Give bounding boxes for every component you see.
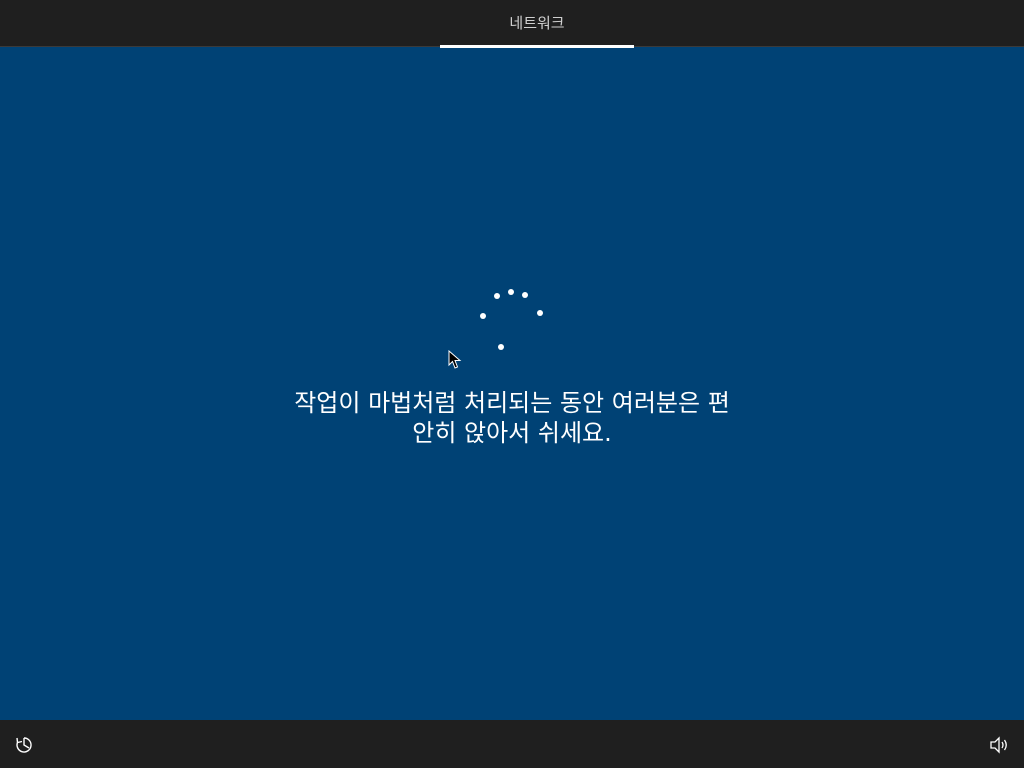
tab-network: 네트워크: [509, 14, 565, 32]
status-message-line-2: 안히 앉아서 쉬세요.: [412, 419, 612, 447]
volume-icon[interactable]: [987, 734, 1009, 756]
loading-spinner-icon: [480, 289, 543, 350]
ease-of-access-icon[interactable]: [13, 734, 35, 756]
status-message: 작업이 마법처럼 처리되는 동안 여러분은 편 안히 앉아서 쉬세요.: [262, 388, 762, 448]
bottom-bar: [0, 720, 1024, 768]
mouse-cursor-icon: [448, 350, 462, 369]
main-content-area: [0, 48, 1024, 720]
status-message-line-1: 작업이 마법처럼 처리되는 동안 여러분은 편: [294, 389, 730, 417]
